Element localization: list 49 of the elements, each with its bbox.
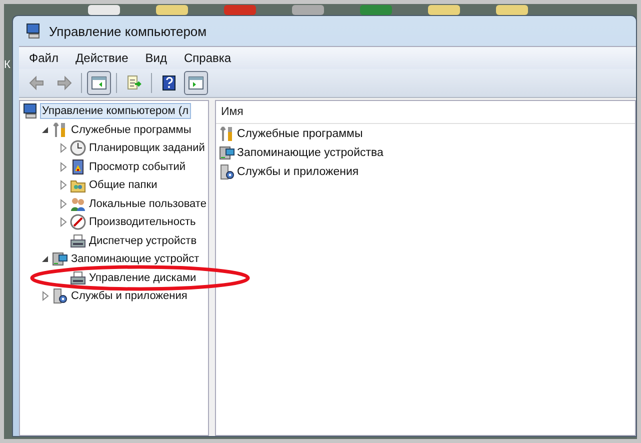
printer-device-icon [70, 232, 86, 249]
tree-item[interactable]: Запоминающие устройст [70, 252, 200, 266]
collapsed-arrow-icon[interactable] [58, 162, 68, 172]
server-gear-icon [52, 288, 68, 304]
collapsed-arrow-icon[interactable] [40, 291, 50, 302]
tree-item[interactable]: Службы и приложения [70, 289, 188, 304]
printer-device-icon [70, 270, 86, 286]
collapsed-arrow-icon[interactable] [58, 198, 68, 209]
desktop-icon-label: К [4, 59, 12, 71]
server-gear-icon [219, 164, 235, 180]
list-item[interactable]: Запоминающие устройства [237, 146, 384, 158]
event-log-icon [70, 158, 86, 175]
storage-drive-icon [52, 251, 68, 268]
menu-item[interactable]: Действие [76, 51, 128, 65]
tree-item[interactable]: Планировщик заданий [88, 141, 206, 156]
help-icon [160, 74, 178, 92]
collapsed-arrow-icon[interactable] [58, 180, 68, 190]
tree-item[interactable]: Диспетчер устройств [88, 234, 198, 248]
back-arrow-icon [28, 74, 46, 92]
menu-item[interactable]: Справка [184, 51, 232, 65]
window-title: Управление компьютером [49, 24, 207, 38]
export-list-icon [125, 74, 143, 92]
tree-item[interactable]: Общие папки [88, 178, 158, 192]
forward-arrow-icon [55, 74, 73, 92]
action-pane-icon [187, 74, 205, 92]
menu-item[interactable]: Файл [29, 51, 59, 65]
column-header[interactable]: Имя [221, 106, 244, 118]
clock-icon [70, 140, 86, 156]
list-item[interactable]: Служебные программы [237, 128, 363, 140]
tree-pane-button[interactable] [87, 71, 111, 95]
menu-item[interactable]: Вид [145, 51, 167, 65]
tree-item[interactable]: Производительность [88, 215, 197, 230]
collapsed-arrow-icon[interactable] [58, 217, 68, 228]
tree-item[interactable]: Служебные программы [70, 122, 192, 137]
computer-icon [25, 23, 41, 39]
list-item[interactable]: Службы и приложения [237, 166, 359, 178]
storage-drive-icon [219, 144, 235, 160]
users-icon [70, 196, 86, 212]
tree-item[interactable]: Просмотр событий [88, 160, 187, 174]
tree-item[interactable]: Управление компьютером (л [40, 103, 190, 120]
expanded-arrow-icon[interactable] [40, 254, 50, 264]
tree-item[interactable]: Локальные пользовате [88, 196, 208, 211]
collapsed-arrow-icon[interactable] [58, 143, 68, 154]
wrench-icon [219, 126, 235, 142]
wrench-icon [52, 122, 68, 138]
expanded-arrow-icon[interactable] [40, 124, 50, 135]
action-pane-button[interactable] [184, 71, 208, 95]
computer-icon [22, 103, 38, 120]
tree-pane-icon [90, 74, 108, 92]
